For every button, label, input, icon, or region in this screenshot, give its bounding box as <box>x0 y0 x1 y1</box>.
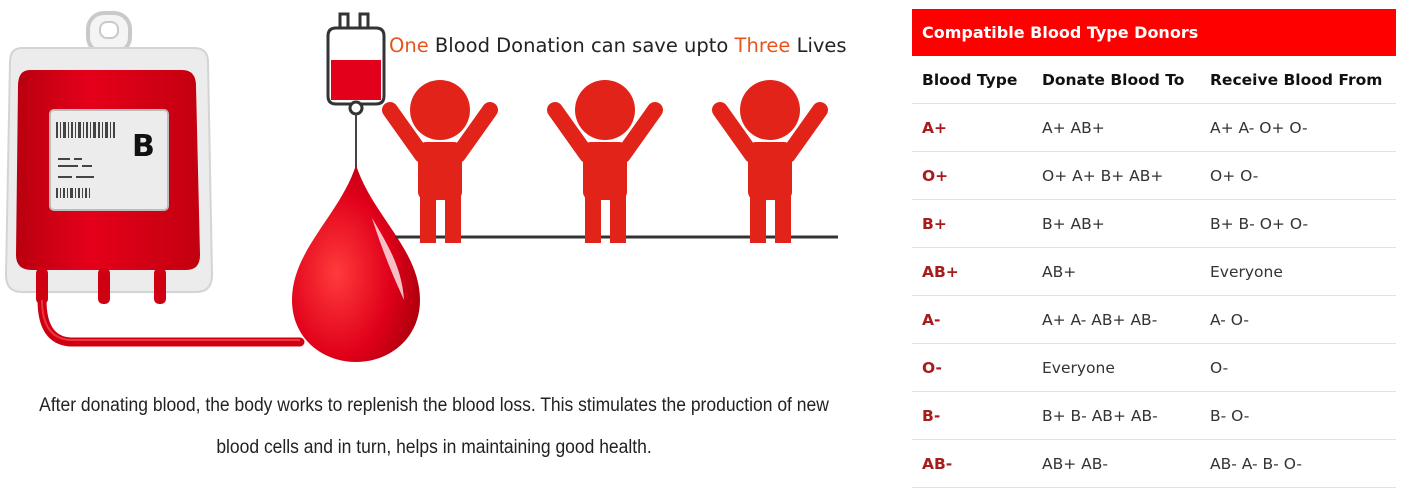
cell-receive-from: Everyone <box>1210 262 1283 281</box>
person-icon <box>712 80 828 243</box>
table-row: O+ O+ A+ B+ AB+ O+ O- <box>912 152 1396 200</box>
cell-blood-type: B+ <box>922 214 947 233</box>
table-row: AB- AB+ AB- AB- A- B- O- <box>912 440 1396 488</box>
blood-bag-icon: B <box>4 11 305 347</box>
caption-line-2: blood cells and in turn, helps in mainta… <box>216 437 652 458</box>
cell-blood-type: O- <box>922 358 942 377</box>
cell-receive-from: A+ A- O+ O- <box>1210 118 1308 137</box>
cell-donate-to: A+ AB+ <box>1042 118 1105 137</box>
table-row: A- A+ A- AB+ AB- A- O- <box>912 296 1396 344</box>
cell-receive-from: AB- A- B- O- <box>1210 454 1302 473</box>
cell-blood-type: AB- <box>922 454 953 473</box>
headline-part: Three <box>734 34 791 57</box>
iv-bag-icon <box>326 12 386 180</box>
headline-part: One <box>389 34 429 57</box>
illustration-headline: One Blood Donation can save upto Three L… <box>389 34 847 57</box>
cell-blood-type: AB+ <box>922 262 959 281</box>
cell-blood-type: B- <box>922 406 941 425</box>
cell-donate-to: B+ B- AB+ AB- <box>1042 406 1158 425</box>
caption-line-1: After donating blood, the body works to … <box>39 395 829 416</box>
cell-blood-type: A+ <box>922 118 947 137</box>
column-header-blood-type: Blood Type <box>922 70 1018 89</box>
cell-receive-from: B- O- <box>1210 406 1250 425</box>
headline-part: Lives <box>790 34 846 57</box>
column-header-receive-from: Receive Blood From <box>1210 70 1383 89</box>
cell-receive-from: A- O- <box>1210 310 1250 329</box>
bag-blood-type-label: B <box>132 129 155 164</box>
cell-donate-to: O+ A+ B+ AB+ <box>1042 166 1164 185</box>
cell-donate-to: A+ A- AB+ AB- <box>1042 310 1158 329</box>
cell-donate-to: AB+ <box>1042 262 1077 281</box>
cell-blood-type: A- <box>922 310 941 329</box>
blood-donation-illustration: B One Blood Donation can save upto Three… <box>4 11 847 362</box>
table-row: AB+ AB+ Everyone <box>912 248 1396 296</box>
column-header-donate-to: Donate Blood To <box>1042 70 1185 89</box>
table-row: O- Everyone O- <box>912 344 1396 392</box>
cell-donate-to: B+ AB+ <box>1042 214 1105 233</box>
cell-receive-from: O+ O- <box>1210 166 1259 185</box>
table-title: Compatible Blood Type Donors <box>912 9 1396 56</box>
cell-receive-from: O- <box>1210 358 1229 377</box>
cell-donate-to: AB+ AB- <box>1042 454 1108 473</box>
table-row: A+ A+ AB+ A+ A- O+ O- <box>912 104 1396 152</box>
table-row: B+ B+ AB+ B+ B- O+ O- <box>912 200 1396 248</box>
person-icon <box>547 80 663 243</box>
compatible-donors-table: Compatible Blood Type Donors Blood Type … <box>912 9 1396 488</box>
cell-blood-type: O+ <box>922 166 949 185</box>
headline-part: Blood Donation can save upto <box>429 34 735 57</box>
cell-receive-from: B+ B- O+ O- <box>1210 214 1309 233</box>
blood-drop-icon <box>292 165 420 362</box>
cell-donate-to: Everyone <box>1042 358 1115 377</box>
person-icon <box>382 80 498 243</box>
table-row: B- B+ B- AB+ AB- B- O- <box>912 392 1396 440</box>
table-header-row: Blood Type Donate Blood To Receive Blood… <box>912 56 1396 104</box>
